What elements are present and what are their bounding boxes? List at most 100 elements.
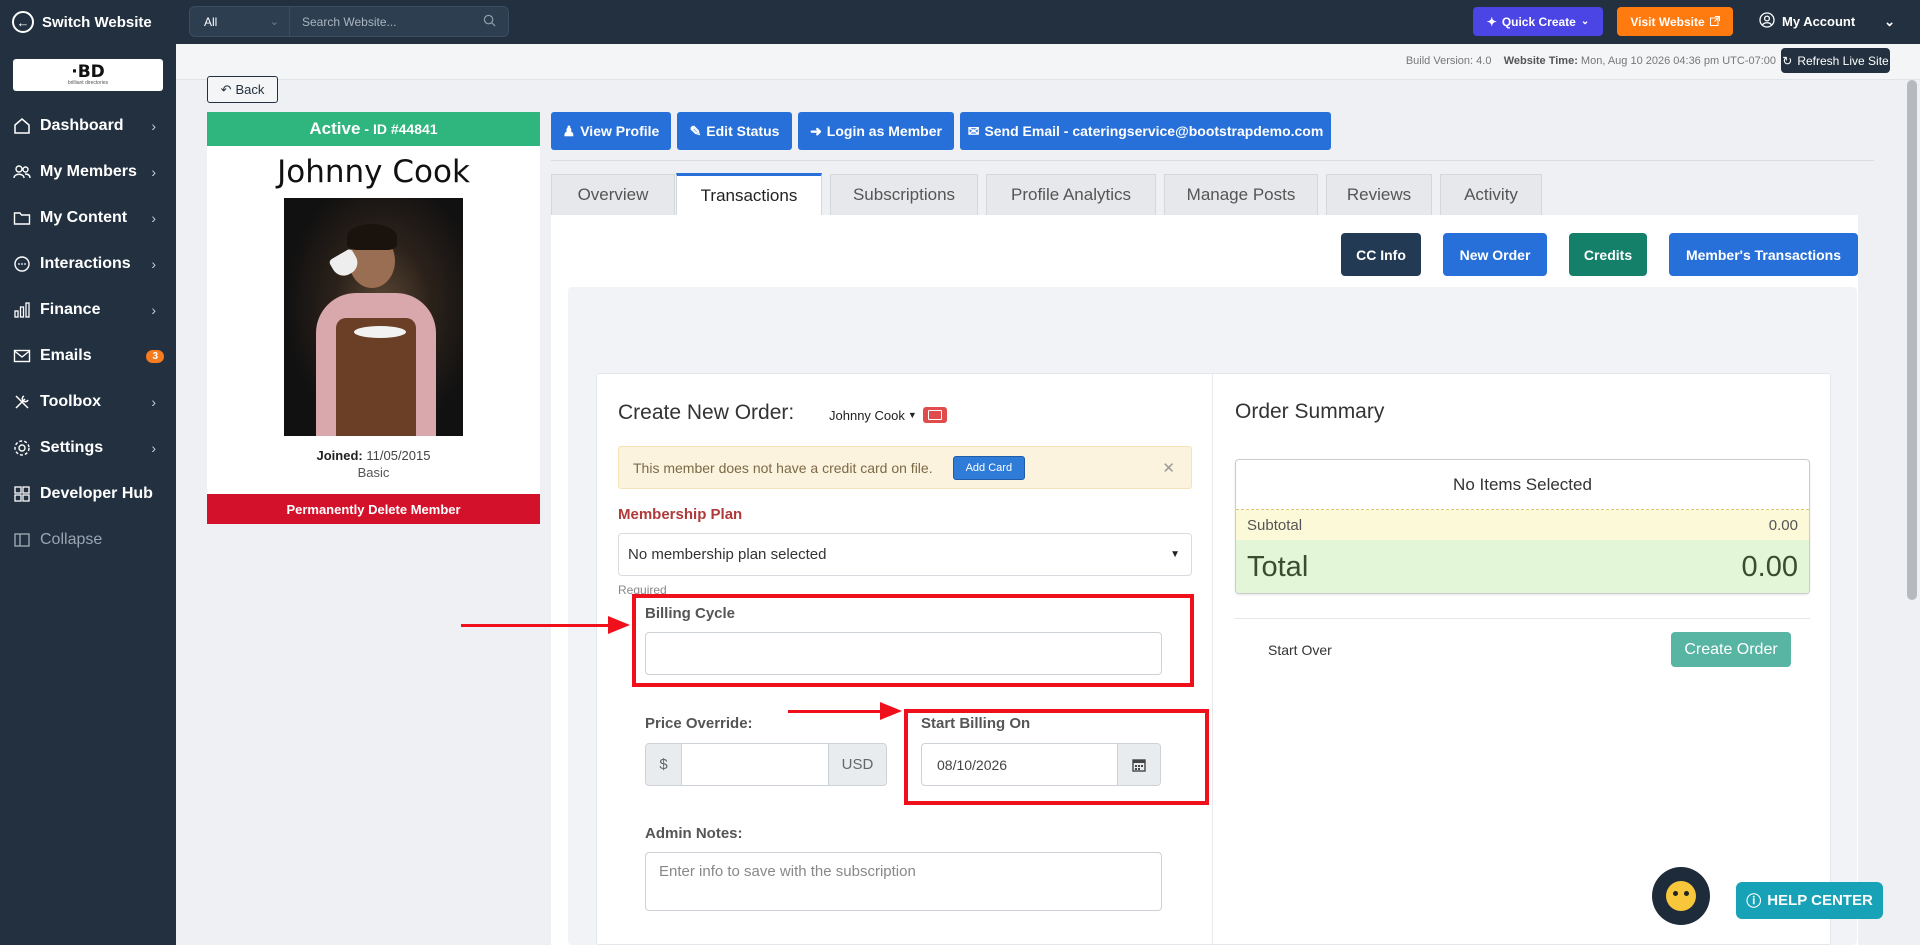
view-profile-label: View Profile — [580, 123, 660, 139]
sidebar-item-finance[interactable]: Finance › — [0, 287, 176, 333]
question-circle-icon: ⓘ — [1746, 893, 1762, 910]
reply-arrow-icon: ↶ — [220, 81, 232, 97]
emails-count-badge: 3 — [146, 349, 164, 363]
sidebar-collapse-button[interactable]: Collapse — [0, 517, 176, 563]
logo-text: brilliant directories — [67, 80, 109, 86]
back-button[interactable]: ↶ Back — [207, 76, 278, 103]
membership-plan-select[interactable]: No membership plan selected ▼ — [618, 533, 1192, 576]
order-summary: Order Summary No Items Selected Subtotal… — [1213, 374, 1832, 945]
price-override-group: $ USD — [645, 743, 887, 786]
user-circle-icon — [1759, 12, 1775, 31]
sidebar-item-toolbox[interactable]: Toolbox › — [0, 379, 176, 425]
edit-status-button[interactable]: ✎ Edit Status — [677, 112, 792, 150]
refresh-live-site-button[interactable]: ↻ Refresh Live Site — [1781, 48, 1890, 73]
create-order-button[interactable]: Create Order — [1671, 632, 1791, 667]
chevron-right-icon: › — [151, 164, 156, 180]
tab-subscriptions[interactable]: Subscriptions — [830, 174, 978, 215]
sidebar-item-label: My Members — [40, 163, 137, 180]
admin-notes-textarea[interactable]: Enter info to save with the subscription — [645, 852, 1162, 911]
members-transactions-button[interactable]: Member's Transactions — [1669, 233, 1858, 276]
quick-create-button[interactable]: ✦ Quick Create ⌄ — [1473, 7, 1603, 36]
page-scrollbar[interactable] — [1907, 80, 1917, 600]
price-override-input[interactable] — [681, 744, 828, 785]
cc-info-button[interactable]: CC Info — [1341, 233, 1421, 276]
joined-label: Joined: — [316, 448, 363, 463]
close-icon[interactable]: ✕ — [1162, 459, 1175, 477]
external-link-icon — [1709, 15, 1720, 29]
start-over-link[interactable]: Start Over — [1268, 642, 1332, 658]
delete-member-button[interactable]: Permanently Delete Member — [207, 494, 540, 524]
subtotal-value: 0.00 — [1768, 516, 1798, 534]
switch-website-button[interactable]: ← Switch Website — [0, 0, 176, 44]
start-billing-highlight — [904, 709, 1209, 805]
folder-icon — [12, 208, 32, 228]
no-card-alert: This member does not have a credit card … — [618, 446, 1192, 489]
sidebar-item-label: My Content — [40, 209, 128, 226]
sidebar-item-emails[interactable]: Emails 3 — [0, 333, 176, 379]
sidebar-item-label: Interactions — [40, 255, 131, 272]
sidebar-item-my-content[interactable]: My Content › — [0, 195, 176, 241]
caret-down-icon: ▼ — [1170, 549, 1180, 560]
member-joined: Joined: 11/05/2015 — [207, 448, 540, 463]
annotation-arrow-head — [880, 702, 902, 720]
order-summary-box: No Items Selected Subtotal 0.00 Total 0.… — [1235, 459, 1810, 594]
site-logo[interactable]: ·BD brilliant directories — [13, 59, 163, 91]
member-status-bar: Active - ID #44841 — [207, 112, 540, 146]
help-center-button[interactable]: ⓘ HELP CENTER — [1736, 882, 1883, 919]
search-scope-select[interactable]: All ⌄ — [190, 7, 290, 36]
total-row: Total 0.00 — [1236, 540, 1809, 593]
chevron-right-icon: › — [151, 394, 156, 410]
sidebar-item-interactions[interactable]: Interactions › — [0, 241, 176, 287]
sidebar-item-settings[interactable]: Settings › — [0, 425, 176, 471]
sidebar-item-dashboard[interactable]: Dashboard › — [0, 103, 176, 149]
chat-icon — [12, 254, 32, 274]
chevron-down-icon: ⌄ — [1884, 13, 1895, 29]
sidebar-item-my-members[interactable]: My Members › — [0, 149, 176, 195]
subtotal-row: Subtotal 0.00 — [1236, 510, 1809, 540]
send-email-label: Send Email - cateringservice@bootstrapde… — [984, 123, 1324, 139]
gear-icon — [12, 438, 32, 458]
chevron-down-icon: ⌄ — [269, 16, 279, 28]
tab-overview[interactable]: Overview — [551, 174, 675, 215]
sidebar-item-label: Toolbox — [40, 393, 102, 410]
my-account-menu[interactable]: My Account ⌄ — [1759, 7, 1899, 36]
edit-status-label: Edit Status — [706, 123, 780, 139]
credit-card-icon[interactable] — [922, 407, 947, 423]
price-override-label: Price Override: — [645, 715, 753, 732]
visit-website-button[interactable]: Visit Website — [1617, 7, 1733, 36]
sidebar-item-label: Dashboard — [40, 117, 124, 134]
chevron-right-icon: › — [151, 440, 156, 456]
tab-profile-analytics[interactable]: Profile Analytics — [986, 174, 1156, 215]
tab-transactions[interactable]: Transactions — [676, 173, 822, 215]
search-placeholder: Search Website... — [302, 14, 397, 29]
tab-manage-posts[interactable]: Manage Posts — [1164, 174, 1318, 215]
refresh-label: Refresh Live Site — [1797, 53, 1889, 68]
tab-reviews[interactable]: Reviews — [1326, 174, 1432, 215]
create-order-title: Create New Order: — [618, 401, 795, 424]
tools-icon — [12, 392, 32, 412]
sidebar-item-label: Emails — [40, 347, 92, 364]
visit-website-label: Visit Website — [1630, 14, 1705, 29]
order-member-dropdown[interactable]: Johnny Cook ▼ — [829, 407, 947, 423]
member-name: Johnny Cook — [277, 154, 470, 190]
tab-activity[interactable]: Activity — [1440, 174, 1542, 215]
view-profile-button[interactable]: ♟ View Profile — [551, 112, 671, 150]
login-as-member-button[interactable]: ➜ Login as Member — [798, 112, 954, 150]
search-input[interactable]: Search Website... — [290, 14, 508, 30]
subtotal-label: Subtotal — [1247, 516, 1303, 534]
total-label: Total — [1247, 551, 1309, 583]
home-icon — [12, 116, 32, 136]
chevron-right-icon: › — [151, 210, 156, 226]
member-status: Active — [309, 119, 361, 138]
credits-button[interactable]: Credits — [1569, 233, 1647, 276]
users-icon — [12, 162, 32, 182]
sign-in-icon: ➜ — [810, 122, 822, 139]
new-order-button[interactable]: New Order — [1443, 233, 1547, 276]
assistant-bot-button[interactable] — [1652, 867, 1710, 925]
send-email-button[interactable]: ✉ Send Email - cateringservice@bootstrap… — [960, 112, 1331, 150]
sidebar-item-developer-hub[interactable]: Developer Hub — [0, 471, 176, 517]
annotation-arrow-head — [608, 616, 630, 634]
add-card-button[interactable]: Add Card — [952, 455, 1026, 480]
robot-icon — [1666, 881, 1696, 911]
search-icon[interactable] — [483, 14, 496, 30]
